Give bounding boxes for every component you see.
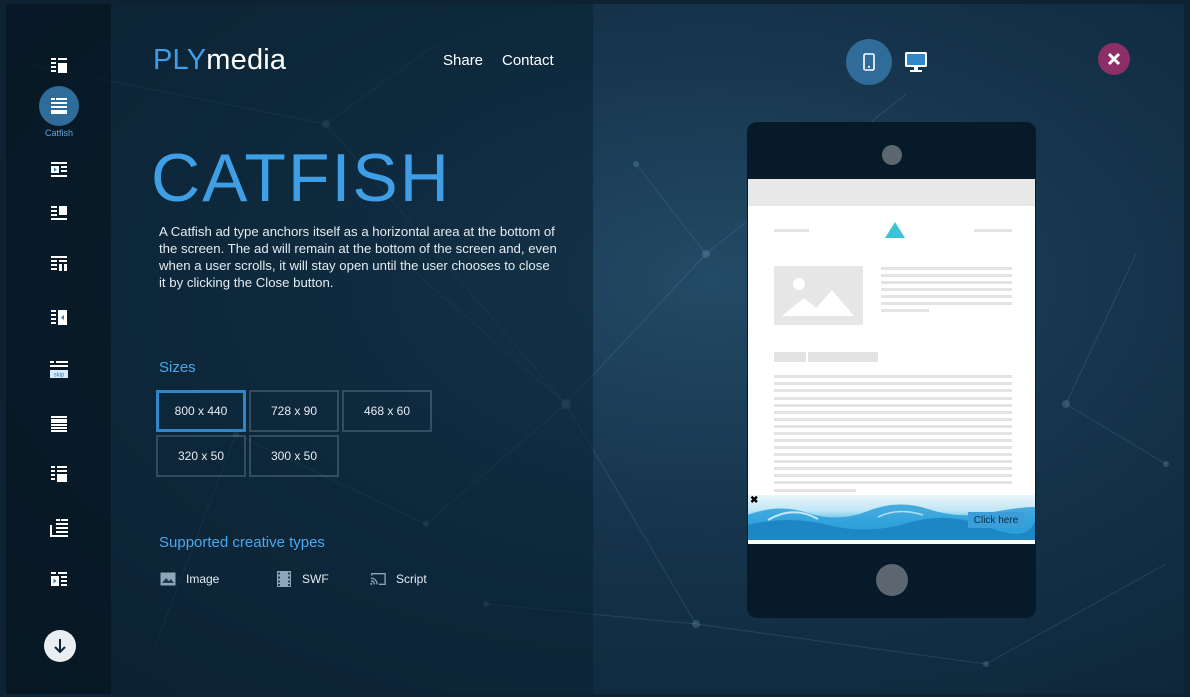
mock-text-line [774, 389, 1012, 392]
mock-text-line [774, 404, 1012, 407]
film-icon [276, 571, 292, 587]
bottom-block-icon [51, 466, 67, 482]
mock-text-line [774, 418, 1012, 421]
creative-type-label: SWF [302, 572, 329, 586]
mock-text-line [774, 382, 1012, 385]
sidebar-item-corner-list[interactable] [39, 508, 79, 548]
mock-text-line [774, 411, 1012, 414]
triangle-logo-icon [885, 222, 905, 238]
size-option-468x60[interactable]: 468 x 60 [342, 390, 432, 432]
catfish-icon [51, 98, 67, 114]
close-button[interactable] [1098, 43, 1130, 75]
share-link[interactable]: Share [443, 52, 483, 69]
image-icon [160, 571, 176, 587]
mock-nav-line [774, 229, 809, 232]
mock-text-line [774, 446, 1012, 449]
page-description: A Catfish ad type anchors itself as a ho… [159, 224, 557, 290]
creative-type-swf: SWF [276, 571, 329, 587]
device-desktop-button[interactable] [893, 39, 939, 85]
mock-text-line [774, 453, 1012, 456]
sidebar-item-video-list[interactable] [39, 560, 79, 600]
page-title: CATFISH [151, 140, 451, 216]
mock-text-line [881, 295, 1012, 298]
mock-text-line [774, 375, 1012, 378]
contact-link[interactable]: Contact [502, 52, 554, 69]
mock-subheading [774, 352, 806, 362]
sidebar-item-side-block[interactable] [39, 194, 79, 234]
mock-text-line [774, 460, 1012, 463]
scroll-down-button[interactable] [44, 630, 76, 662]
svg-text:skip: skip [54, 373, 65, 379]
mock-text-line [881, 309, 929, 312]
mock-nav-line [974, 229, 1012, 232]
mock-text-line [774, 439, 1012, 442]
sidebar-item-skip[interactable]: skip [39, 350, 79, 390]
tablet-camera [882, 145, 902, 165]
inline-video-icon [51, 162, 67, 177]
sidebar-item-catfish[interactable] [39, 86, 79, 126]
mock-text-line [774, 474, 1012, 477]
tablet-home-button[interactable] [876, 564, 908, 596]
mock-text-line [774, 481, 1012, 484]
size-option-300x50[interactable]: 300 x 50 [249, 435, 339, 477]
size-option-320x50[interactable]: 320 x 50 [156, 435, 246, 477]
mock-page-header [748, 179, 1035, 206]
side-expand-icon [51, 310, 67, 325]
mock-text-line [881, 267, 1012, 270]
mock-text-line [774, 489, 856, 492]
mock-text-line [774, 397, 1012, 400]
monitor-icon [905, 52, 927, 72]
sidebar-item-side-expand[interactable] [39, 298, 79, 338]
mock-image-placeholder [774, 266, 863, 325]
catfish-ad-banner[interactable]: ✖ Click here [748, 495, 1035, 540]
side-block-icon [51, 206, 67, 220]
mock-subheading [808, 352, 878, 362]
ad-click-here-button[interactable]: Click here [968, 512, 1024, 528]
sidebar-item-list-block[interactable] [39, 46, 79, 86]
mock-text-line [881, 274, 1012, 277]
creative-type-script: Script [370, 571, 427, 587]
mid-list-icon [51, 256, 67, 271]
mock-text-line [774, 432, 1012, 435]
sizes-heading: Sizes [159, 359, 196, 376]
tablet-icon [863, 53, 875, 71]
mock-text-line [881, 302, 1012, 305]
list-block-icon [51, 58, 67, 73]
sidebar: Catfish skip [6, 4, 111, 694]
creative-type-image: Image [160, 571, 219, 587]
ad-close-button[interactable]: ✖ [750, 496, 758, 506]
creative-type-label: Image [186, 572, 220, 586]
size-option-800x440[interactable]: 800 x 440 [156, 390, 246, 432]
app-frame: Catfish skip PLYmedia Share Contact CATF… [6, 4, 1184, 694]
landscape-image-icon [782, 278, 854, 316]
content-panel: PLYmedia Share Contact CATFISH A Catfish… [111, 4, 593, 694]
sidebar-active-caption: Catfish [44, 128, 73, 138]
mock-text-line [881, 281, 1012, 284]
close-icon [1107, 52, 1121, 66]
size-option-728x90[interactable]: 728 x 90 [249, 390, 339, 432]
tablet-screen: ✖ Click here [748, 179, 1035, 544]
cast-icon [370, 571, 386, 587]
video-list-icon [51, 572, 67, 586]
corner-list-icon [50, 519, 68, 537]
mock-text-line [881, 288, 1012, 291]
mock-text-line [774, 467, 1012, 470]
skip-icon: skip [50, 361, 68, 379]
device-tablet-button[interactable] [846, 39, 892, 85]
brand-logo-part1: PLY [153, 44, 207, 76]
full-list-icon [51, 416, 67, 432]
creative-type-label: Script [396, 572, 427, 586]
creative-types-heading: Supported creative types [159, 534, 325, 551]
tablet-preview: ✖ Click here [747, 122, 1036, 618]
sidebar-item-inline-video[interactable] [39, 150, 79, 190]
sidebar-item-bottom-block[interactable] [39, 454, 79, 494]
sidebar-item-mid-list[interactable] [39, 244, 79, 284]
arrow-down-icon [54, 639, 66, 654]
brand-logo-part2: media [206, 44, 287, 76]
sidebar-item-full-list[interactable] [39, 404, 79, 444]
mock-text-line [774, 425, 1012, 428]
brand-logo[interactable]: PLYmedia [153, 44, 286, 77]
